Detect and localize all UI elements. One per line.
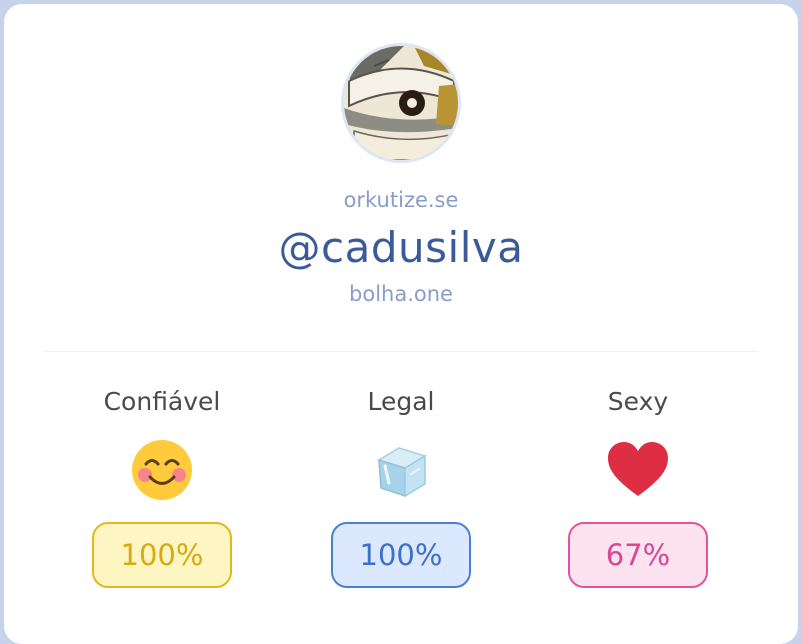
smiling-face-icon: [130, 438, 194, 502]
stat-label: Confiável: [103, 387, 221, 416]
heart-icon: [606, 438, 670, 502]
stat-sexy: Sexy 67%: [528, 384, 748, 588]
user-handle: @cadusilva: [278, 223, 524, 272]
profile-card: orkutize.se @cadusilva bolha.one Confiáv…: [4, 4, 798, 644]
stat-confiavel: Confiável 100%: [52, 384, 272, 588]
ice-cube-icon: [369, 438, 433, 502]
avatar-image: [344, 46, 458, 160]
instance-domain-bottom: bolha.one: [349, 282, 453, 306]
stat-legal: Legal 100%: [291, 384, 511, 588]
stat-percentage-badge: 67%: [568, 522, 708, 588]
avatar[interactable]: [341, 43, 461, 163]
instance-domain-top: orkutize.se: [343, 188, 459, 212]
stat-label: Sexy: [607, 387, 669, 416]
stat-label: Legal: [367, 387, 435, 416]
stat-percentage-badge: 100%: [92, 522, 232, 588]
divider: [44, 351, 758, 352]
stat-percentage-badge: 100%: [331, 522, 471, 588]
